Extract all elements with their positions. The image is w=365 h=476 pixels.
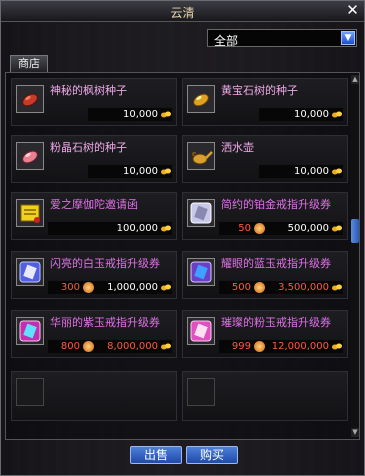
- shop-item-slot[interactable]: 耀眼的蓝玉戒指升级券 500 3,500,000: [182, 251, 348, 299]
- cera-price: 50: [219, 222, 267, 235]
- cera-point-icon: [254, 341, 265, 352]
- scrollbar-thumb[interactable]: [351, 219, 359, 243]
- buy-button[interactable]: 购买: [186, 446, 238, 464]
- empty-icon-frame: [187, 378, 215, 406]
- pink-seed-icon: [16, 142, 44, 170]
- gold-coin-icon: [161, 110, 171, 119]
- cera-point-icon: [83, 282, 94, 293]
- item-price: 800 8,000,000: [48, 340, 172, 353]
- sell-button[interactable]: 出售: [130, 446, 182, 464]
- scroll-up-icon[interactable]: ▲: [351, 75, 359, 84]
- shop-item-slot[interactable]: 闪亮的白玉戒指升级券 300 1,000,000: [11, 251, 177, 299]
- shop-item-slot[interactable]: 粉晶石树的种子 10,000: [11, 135, 177, 183]
- shop-item-slot[interactable]: 简约的铂金戒指升级券 50 500,000: [182, 192, 348, 240]
- cera-point-icon: [254, 282, 265, 293]
- tab-shop[interactable]: 商店: [10, 55, 48, 72]
- gold-coin-icon: [161, 167, 171, 176]
- window-title: 云清: [170, 6, 195, 20]
- item-price: 10,000: [259, 165, 343, 178]
- item-price: 100,000: [48, 222, 172, 235]
- item-name: 璀璨的粉玉戒指升级券: [221, 316, 331, 329]
- red-seed-icon: [16, 85, 44, 113]
- item-price: 10,000: [88, 165, 172, 178]
- shop-item-slot[interactable]: 华丽的紫玉戒指升级券 800 8,000,000: [11, 310, 177, 358]
- item-price: 500 3,500,000: [219, 281, 343, 294]
- shop-window: 云清 ✕ 全部 ▼ 商店 神秘的枫树种子 10,000 黄宝石树的种子 10,0…: [0, 0, 365, 476]
- gold-coin-icon: [161, 283, 171, 292]
- empty-item-slot: [182, 371, 348, 421]
- shop-item-slot[interactable]: 黄宝石树的种子 10,000: [182, 78, 348, 126]
- gold-coin-icon: [332, 167, 342, 176]
- empty-icon-frame: [16, 378, 44, 406]
- item-name: 粉晶石树的种子: [50, 141, 127, 154]
- title-bar[interactable]: 云清 ✕: [1, 1, 364, 22]
- item-price: 10,000: [259, 108, 343, 121]
- gold-coin-icon: [332, 342, 342, 351]
- category-dropdown-value: 全部: [214, 34, 239, 48]
- empty-item-slot: [11, 371, 177, 421]
- shop-item-slot[interactable]: 洒水壶 10,000: [182, 135, 348, 183]
- cera-price: 500: [219, 281, 267, 294]
- platinum-ring-ticket-icon: [187, 199, 215, 227]
- item-price: 50 500,000: [219, 222, 343, 235]
- item-name: 耀眼的蓝玉戒指升级券: [221, 257, 331, 270]
- chevron-down-icon[interactable]: ▼: [341, 31, 355, 45]
- invitation-icon: [16, 199, 44, 227]
- gold-coin-icon: [332, 110, 342, 119]
- gold-coin-icon: [332, 224, 342, 233]
- item-name: 神秘的枫树种子: [50, 84, 127, 97]
- blue-jade-ring-ticket-icon: [187, 258, 215, 286]
- item-name: 闪亮的白玉戒指升级券: [50, 257, 160, 270]
- item-name: 黄宝石树的种子: [221, 84, 298, 97]
- item-name: 爱之摩伽陀邀请函: [50, 198, 138, 211]
- item-name: 简约的铂金戒指升级券: [221, 198, 331, 211]
- cera-point-icon: [254, 223, 265, 234]
- gold-coin-icon: [161, 224, 171, 233]
- item-price: 300 1,000,000: [48, 281, 172, 294]
- cera-price: 999: [219, 340, 267, 353]
- gold-coin-icon: [161, 342, 171, 351]
- cera-price: 800: [48, 340, 96, 353]
- category-dropdown[interactable]: 全部 ▼: [207, 29, 357, 48]
- shop-item-slot[interactable]: 璀璨的粉玉戒指升级券 999 12,000,000: [182, 310, 348, 358]
- cera-point-icon: [83, 341, 94, 352]
- shop-item-slot[interactable]: 爱之摩伽陀邀请函 100,000: [11, 192, 177, 240]
- item-name: 华丽的紫玉戒指升级券: [50, 316, 160, 329]
- gold-coin-icon: [332, 283, 342, 292]
- scrollbar-track[interactable]: [351, 75, 359, 437]
- scroll-down-icon[interactable]: ▼: [351, 428, 359, 437]
- item-price: 10,000: [88, 108, 172, 121]
- yellow-seed-icon: [187, 85, 215, 113]
- shop-item-slot[interactable]: 神秘的枫树种子 10,000: [11, 78, 177, 126]
- watering-can-icon: [187, 142, 215, 170]
- white-jade-ring-ticket-icon: [16, 258, 44, 286]
- pink-jade-ring-ticket-icon: [187, 317, 215, 345]
- purple-jade-ring-ticket-icon: [16, 317, 44, 345]
- cera-price: 300: [48, 281, 96, 294]
- item-name: 洒水壶: [221, 141, 254, 154]
- close-icon[interactable]: ✕: [345, 3, 360, 18]
- item-price: 999 12,000,000: [219, 340, 343, 353]
